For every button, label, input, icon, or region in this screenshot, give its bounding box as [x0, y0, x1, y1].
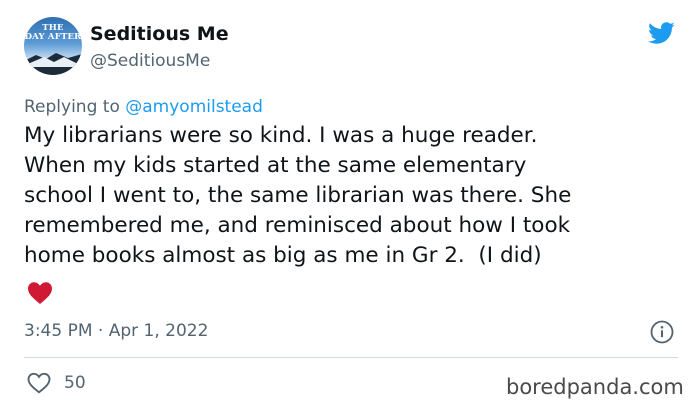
red-heart-icon — [28, 282, 52, 304]
watermark: boredpanda.com — [506, 375, 684, 399]
avatar[interactable]: THE DAY AFTER — [24, 17, 82, 75]
divider — [24, 357, 678, 358]
replying-to: Replying to @amyomilstead — [24, 96, 263, 118]
display-name[interactable]: Seditious Me — [90, 22, 229, 46]
reply-to-link[interactable]: @amyomilstead — [125, 97, 263, 117]
avatar-landscape-icon — [24, 53, 82, 75]
tweet-text: My librarians were so kind. I was a huge… — [24, 123, 572, 268]
twitter-bird-icon[interactable] — [645, 19, 677, 47]
heart-outline-icon[interactable] — [27, 372, 51, 394]
tweet-timestamp[interactable]: 3:45 PM · Apr 1, 2022 — [24, 320, 208, 342]
like-count: 50 — [64, 373, 86, 393]
reply-prefix: Replying to — [24, 97, 126, 117]
tweet-card: THE DAY AFTER Seditious Me @SeditiousMe … — [0, 0, 700, 410]
info-icon[interactable] — [650, 320, 674, 344]
user-handle[interactable]: @SeditiousMe — [90, 50, 210, 72]
